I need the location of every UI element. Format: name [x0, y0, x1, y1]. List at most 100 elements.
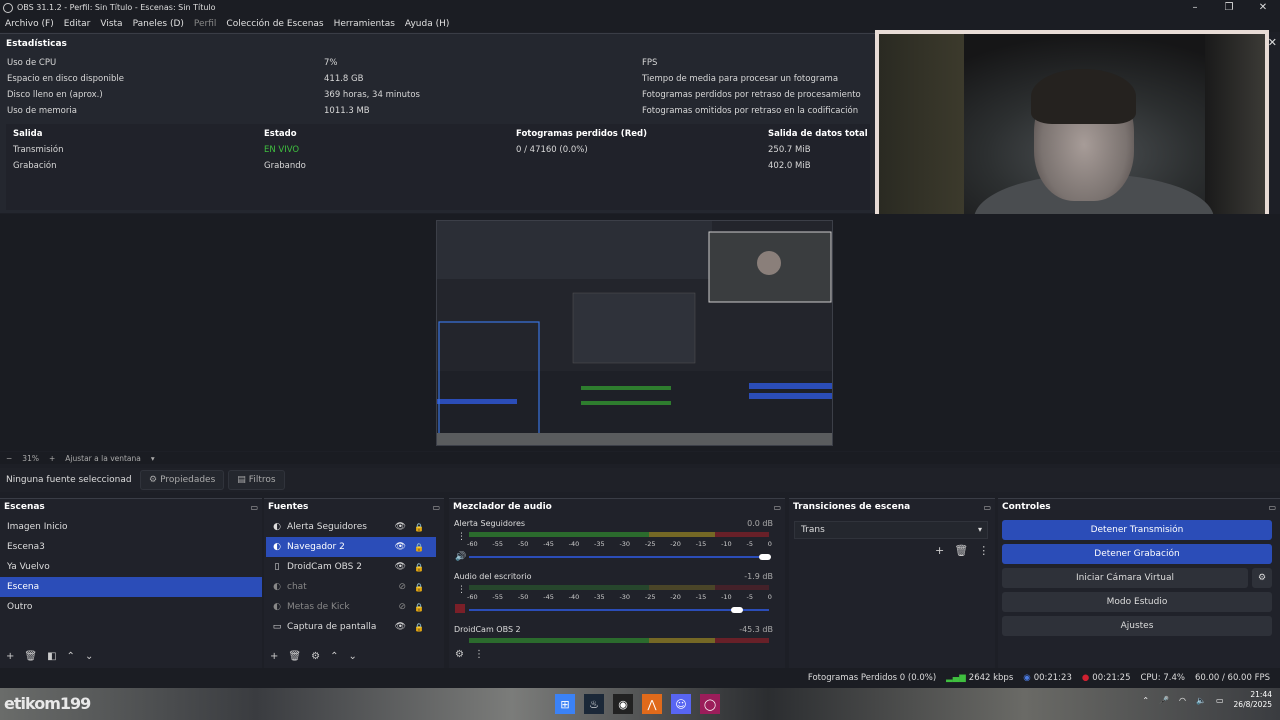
transition-menu-icon[interactable]: ⋮: [978, 544, 989, 557]
move-up-icon[interactable]: ⌃: [67, 651, 75, 662]
browser-source-icon: ◐: [273, 522, 281, 532]
visibility-icon[interactable]: 👁: [395, 562, 406, 572]
remove-transition-icon[interactable]: 🗑: [954, 544, 968, 557]
lock-icon[interactable]: 🔒: [414, 543, 424, 552]
virtual-cam-settings-icon[interactable]: ⚙: [1252, 568, 1272, 588]
maximize-icon[interactable]: ❐: [1212, 0, 1246, 15]
move-down-icon[interactable]: ⌄: [348, 651, 356, 662]
mixer-channel-name: Alerta Seguidores: [454, 519, 526, 528]
stop-recording-button[interactable]: Detener Grabación: [1002, 544, 1272, 564]
add-scene-icon[interactable]: +: [6, 651, 14, 662]
zoom-fit-select[interactable]: Ajustar a la ventana: [65, 454, 141, 463]
remove-source-icon[interactable]: 🗑: [288, 651, 301, 662]
dock-float-icon[interactable]: ▭: [1268, 503, 1276, 512]
source-item[interactable]: ◐ Alerta Seguidores 👁 🔒: [266, 517, 436, 537]
visibility-icon[interactable]: 👁: [395, 522, 406, 532]
start-virtual-cam-button[interactable]: Iniciar Cámara Virtual: [1002, 568, 1248, 588]
source-item[interactable]: ▯ DroidCam OBS 2 👁 🔒: [266, 557, 436, 577]
menu-vista[interactable]: Vista: [100, 19, 122, 29]
scene-filters-icon[interactable]: ◧: [47, 651, 56, 662]
dock-float-icon[interactable]: ▭: [432, 503, 440, 512]
scene-item[interactable]: Imagen Inicio: [0, 517, 262, 537]
visibility-icon[interactable]: 👁: [395, 542, 406, 552]
menu-perfil[interactable]: Perfil: [194, 19, 217, 29]
menu-coleccion-escenas[interactable]: Colección de Escenas: [226, 19, 323, 29]
zoom-dropdown-icon[interactable]: ▾: [151, 454, 155, 463]
chevron-up-icon[interactable]: ⌃: [1142, 696, 1149, 705]
menu-ayuda[interactable]: Ayuda (H): [405, 19, 449, 29]
dock-float-icon[interactable]: ▭: [983, 503, 991, 512]
lock-icon[interactable]: 🔒: [414, 523, 424, 532]
add-source-icon[interactable]: +: [270, 651, 278, 662]
browser-icon[interactable]: ◯: [700, 694, 720, 714]
menu-paneles[interactable]: Paneles (D): [133, 19, 184, 29]
discord-icon[interactable]: ☺: [671, 694, 691, 714]
scene-item[interactable]: Outro: [0, 597, 262, 617]
source-item-selected[interactable]: ◐ Navegador 2 👁 🔒: [266, 537, 436, 557]
stop-stream-button[interactable]: Detener Transmisión: [1002, 520, 1272, 540]
move-down-icon[interactable]: ⌄: [85, 651, 93, 662]
source-item[interactable]: ◐ Metas de Kick ⊘ 🔒: [266, 597, 436, 617]
muted-speaker-icon[interactable]: [455, 604, 465, 613]
properties-button[interactable]: ⚙ Propiedades: [140, 470, 225, 490]
steam-icon[interactable]: ♨: [584, 694, 604, 714]
source-item[interactable]: ◐ chat ⊘ 🔒: [266, 577, 436, 597]
settings-button[interactable]: Ajustes: [1002, 616, 1272, 636]
lock-icon[interactable]: 🔒: [414, 623, 424, 632]
mixer-menu-icon[interactable]: ⋮: [474, 649, 484, 660]
render-time-label: Tiempo de media para procesar un fotogra…: [642, 74, 839, 84]
visibility-icon[interactable]: 👁: [395, 622, 406, 632]
lock-icon[interactable]: 🔒: [414, 603, 424, 612]
mic-icon[interactable]: 🎤: [1159, 696, 1169, 705]
cpu-usage: CPU: 7.4%: [1140, 673, 1185, 683]
channel-menu-icon[interactable]: ⋮: [457, 585, 466, 595]
hidden-icon[interactable]: ⊘: [398, 582, 406, 592]
scene-item[interactable]: Ya Vuelvo: [0, 557, 262, 577]
close-stats-icon[interactable]: ✕: [1268, 36, 1277, 49]
source-label: Captura de pantalla: [287, 622, 377, 632]
studio-mode-button[interactable]: Modo Estudio: [1002, 592, 1272, 612]
scene-item-selected[interactable]: Escena: [0, 577, 262, 597]
render-lag-label: Fotogramas perdidos por retraso de proce…: [642, 90, 861, 100]
minimize-icon[interactable]: –: [1178, 0, 1212, 15]
volume-slider-handle[interactable]: [731, 607, 743, 613]
volume-slider-handle[interactable]: [759, 554, 771, 560]
zoom-bar: − 31% + Ajustar a la ventana ▾: [0, 452, 1280, 464]
close-icon[interactable]: ✕: [1246, 0, 1280, 15]
clock[interactable]: 21:44 26/8/2025: [1234, 690, 1272, 710]
move-up-icon[interactable]: ⌃: [330, 651, 338, 662]
volume-slider[interactable]: [469, 609, 769, 611]
scene-item[interactable]: Escena3: [0, 537, 262, 557]
transition-select[interactable]: Trans ▾: [794, 521, 988, 539]
dock-float-icon[interactable]: ▭: [773, 503, 781, 512]
speaker-icon[interactable]: 🔊: [455, 552, 466, 562]
hidden-icon[interactable]: ⊘: [398, 602, 406, 612]
zoom-out-button[interactable]: −: [6, 454, 12, 463]
menu-archivo[interactable]: Archivo (F): [5, 19, 54, 29]
menu-editar[interactable]: Editar: [64, 19, 91, 29]
volume-slider[interactable]: [469, 556, 769, 558]
preview-canvas[interactable]: [436, 220, 833, 446]
remove-scene-icon[interactable]: 🗑: [24, 651, 37, 662]
source-item[interactable]: ▭ Captura de pantalla 👁 🔒: [266, 617, 436, 637]
record-icon: ●: [1081, 673, 1090, 683]
controls-title: Controles: [1002, 502, 1051, 512]
app-icon[interactable]: ⋀: [642, 694, 662, 714]
source-settings-icon[interactable]: ⚙: [311, 651, 320, 662]
battery-icon[interactable]: ▭: [1216, 696, 1224, 705]
windows-start-icon[interactable]: ⊞: [555, 694, 575, 714]
mixer-settings-icon[interactable]: ⚙: [455, 649, 464, 660]
obs-icon[interactable]: ◉: [613, 694, 633, 714]
display-capture-icon: ▭: [272, 622, 282, 632]
dock-float-icon[interactable]: ▭: [250, 503, 258, 512]
menu-herramientas[interactable]: Herramientas: [334, 19, 395, 29]
volume-icon[interactable]: 🔈: [1196, 696, 1206, 705]
filters-button[interactable]: ▤ Filtros: [228, 470, 285, 490]
lock-icon[interactable]: 🔒: [414, 563, 424, 572]
zoom-in-button[interactable]: +: [49, 454, 55, 463]
encode-lag-label: Fotogramas omitidos por retraso en la co…: [642, 106, 859, 116]
add-transition-icon[interactable]: +: [935, 544, 944, 557]
channel-menu-icon[interactable]: ⋮: [457, 532, 466, 542]
wifi-icon[interactable]: ◠: [1179, 696, 1186, 705]
lock-icon[interactable]: 🔒: [414, 583, 424, 592]
